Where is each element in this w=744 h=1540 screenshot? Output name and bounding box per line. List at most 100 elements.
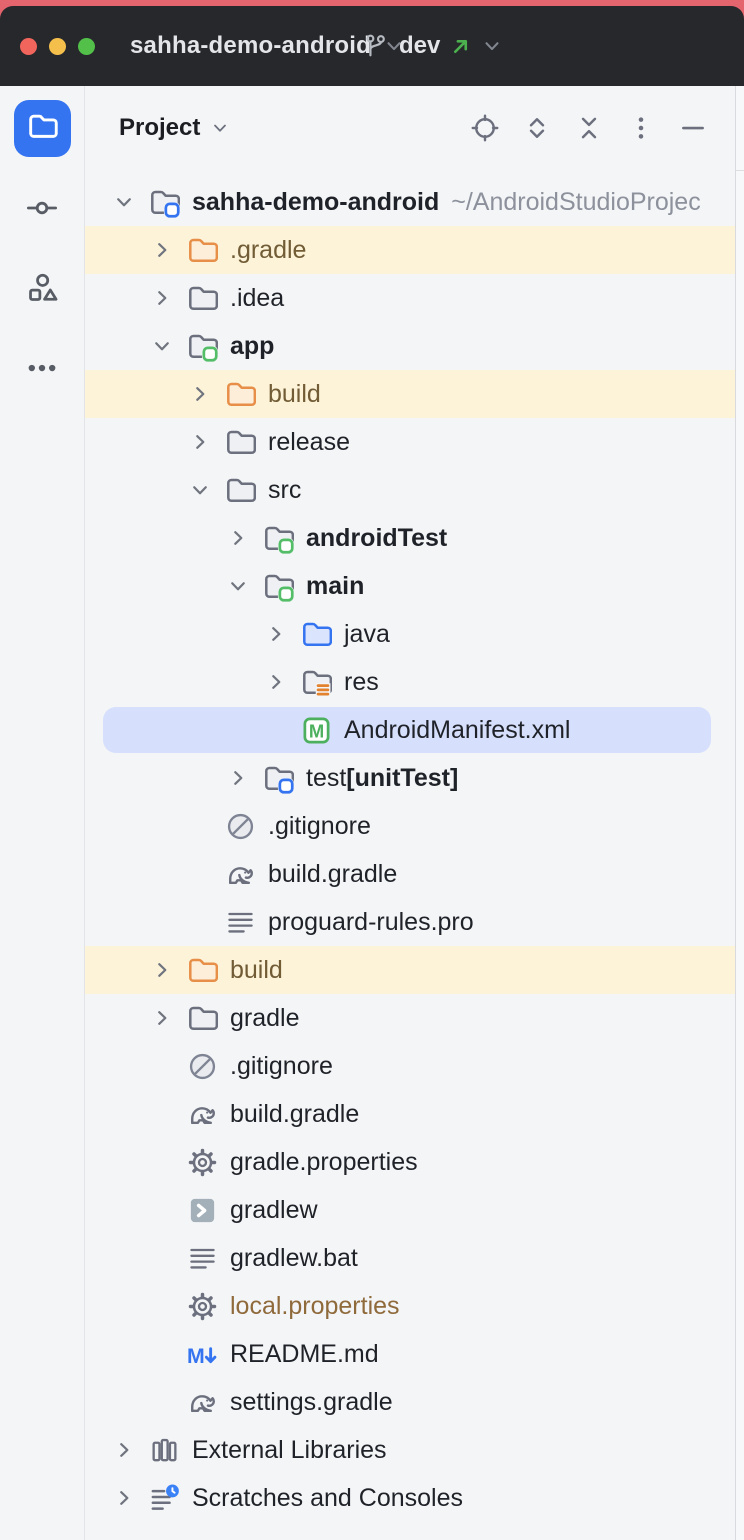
git-branch-icon bbox=[362, 33, 389, 60]
tree-row-gradle[interactable]: gradle bbox=[85, 994, 735, 1042]
tree-row-sahha-demo-android[interactable]: sahha-demo-android~/AndroidStudioProjec bbox=[85, 178, 735, 226]
more-icon bbox=[25, 351, 59, 390]
tree-row-label: build.gradle bbox=[230, 1100, 359, 1129]
tree-row-app[interactable]: app bbox=[85, 322, 735, 370]
ignored-icon bbox=[187, 1051, 218, 1082]
tree-row-gradlew-bat[interactable]: gradlew.bat bbox=[85, 1234, 735, 1282]
tree-row-label: java bbox=[344, 620, 390, 649]
tree-row-label: main bbox=[306, 572, 364, 601]
tree-row-gitignore[interactable]: .gitignore bbox=[85, 1042, 735, 1090]
expand-all-button[interactable] bbox=[523, 114, 551, 142]
folder-blue-icon bbox=[301, 619, 332, 650]
chevron-right-icon[interactable] bbox=[263, 671, 301, 693]
project-panel: Project s bbox=[85, 86, 736, 1540]
window-titlebar: sahha-demo-android dev bbox=[0, 0, 744, 86]
chevron-right-icon[interactable] bbox=[149, 959, 187, 981]
project-tool-button[interactable] bbox=[14, 100, 71, 157]
chevron-down-icon[interactable] bbox=[210, 118, 230, 138]
tree-row-label: test bbox=[306, 764, 346, 793]
chevron-right-icon[interactable] bbox=[111, 1487, 149, 1509]
tree-row-androidmanifest-xml[interactable]: MAndroidManifest.xml bbox=[85, 706, 735, 754]
tree-row-local-properties[interactable]: local.properties bbox=[85, 1282, 735, 1330]
tree-row-settings-gradle[interactable]: settings.gradle bbox=[85, 1378, 735, 1426]
gradle-icon bbox=[187, 1387, 218, 1418]
tree-row-gitignore[interactable]: .gitignore bbox=[85, 802, 735, 850]
tree-row-label: gradle.properties bbox=[230, 1148, 418, 1177]
tree-row-build-gradle[interactable]: build.gradle bbox=[85, 1090, 735, 1138]
tree-row-label: res bbox=[344, 668, 379, 697]
tree-row-label: External Libraries bbox=[192, 1436, 387, 1465]
tree-row-androidtest[interactable]: androidTest bbox=[85, 514, 735, 562]
tree-row-label: gradlew bbox=[230, 1196, 318, 1225]
folder-orange-icon bbox=[187, 955, 218, 986]
tree-row-release[interactable]: release bbox=[85, 418, 735, 466]
tree-row-build-gradle[interactable]: build.gradle bbox=[85, 850, 735, 898]
minimize-icon bbox=[679, 114, 707, 142]
folder-icon bbox=[27, 111, 58, 147]
chevron-right-icon[interactable] bbox=[149, 239, 187, 261]
minimize-window-button[interactable] bbox=[49, 38, 66, 55]
incoming-outgoing-arrow-icon bbox=[450, 36, 471, 57]
tree-row-java[interactable]: java bbox=[85, 610, 735, 658]
tree-row-external-libraries[interactable]: External Libraries bbox=[85, 1426, 735, 1474]
more-tool-windows-button[interactable] bbox=[25, 353, 59, 387]
tree-row-readme-md[interactable]: M README.md bbox=[85, 1330, 735, 1378]
collapse-all-button[interactable] bbox=[575, 114, 603, 142]
tree-row-label: androidTest bbox=[306, 524, 447, 553]
folder-badge-green-icon bbox=[263, 571, 294, 602]
select-opened-file-button[interactable] bbox=[471, 114, 499, 142]
tree-row-label: README.md bbox=[230, 1340, 379, 1369]
chevron-down-icon[interactable] bbox=[149, 335, 187, 357]
chevron-right-icon[interactable] bbox=[263, 623, 301, 645]
text-file-icon bbox=[225, 907, 256, 938]
project-view-dropdown[interactable]: Project bbox=[119, 114, 200, 142]
tree-row-gradle-properties[interactable]: gradle.properties bbox=[85, 1138, 735, 1186]
structure-icon bbox=[25, 271, 59, 310]
tree-row-label: src bbox=[268, 476, 301, 505]
chevron-right-icon[interactable] bbox=[225, 527, 263, 549]
tree-row-label: gradle bbox=[230, 1004, 300, 1033]
structure-tool-button[interactable] bbox=[25, 273, 59, 307]
folder-res-icon bbox=[301, 667, 332, 698]
project-panel-header: Project bbox=[85, 86, 735, 170]
main-area: Project s bbox=[0, 86, 744, 1540]
source-set-label: [unitTest] bbox=[346, 764, 458, 793]
tree-row-build[interactable]: build bbox=[85, 370, 735, 418]
git-branch-widget[interactable]: dev bbox=[362, 6, 503, 86]
folder-orange-icon bbox=[225, 379, 256, 410]
chevron-right-icon[interactable] bbox=[149, 287, 187, 309]
panel-header-actions bbox=[471, 114, 707, 142]
chevron-down-icon[interactable] bbox=[225, 575, 263, 597]
tree-row-label: build bbox=[268, 380, 321, 409]
tree-row-proguard-rules-pro[interactable]: proguard-rules.pro bbox=[85, 898, 735, 946]
tree-row-gradlew[interactable]: gradlew bbox=[85, 1186, 735, 1234]
chevron-down-icon[interactable] bbox=[187, 479, 225, 501]
chevron-right-icon[interactable] bbox=[149, 1007, 187, 1029]
tree-row-main[interactable]: main bbox=[85, 562, 735, 610]
chevron-right-icon[interactable] bbox=[111, 1439, 149, 1461]
chevron-right-icon[interactable] bbox=[187, 431, 225, 453]
tree-row-scratches-and-consoles[interactable]: Scratches and Consoles bbox=[85, 1474, 735, 1522]
close-window-button[interactable] bbox=[20, 38, 37, 55]
panel-options-button[interactable] bbox=[627, 114, 655, 142]
tree-row-label: release bbox=[268, 428, 350, 457]
gradle-icon bbox=[187, 1099, 218, 1130]
zoom-window-button[interactable] bbox=[78, 38, 95, 55]
tree-row-src[interactable]: src bbox=[85, 466, 735, 514]
folder-icon bbox=[225, 475, 256, 506]
chevron-down-icon[interactable] bbox=[111, 191, 149, 213]
tree-row-res[interactable]: res bbox=[85, 658, 735, 706]
hide-panel-button[interactable] bbox=[679, 114, 707, 142]
chevron-right-icon[interactable] bbox=[187, 383, 225, 405]
folder-icon bbox=[187, 283, 218, 314]
commit-tool-button[interactable] bbox=[25, 193, 59, 227]
tree-row-gradle[interactable]: .gradle bbox=[85, 226, 735, 274]
tree-row-build[interactable]: build bbox=[85, 946, 735, 994]
tree-row-idea[interactable]: .idea bbox=[85, 274, 735, 322]
folder-badge-blue-icon bbox=[263, 763, 294, 794]
markdown-icon: M bbox=[187, 1339, 218, 1370]
folder-icon bbox=[225, 427, 256, 458]
svg-text:M: M bbox=[309, 720, 324, 741]
tree-row-test[interactable]: test [unitTest] bbox=[85, 754, 735, 802]
chevron-right-icon[interactable] bbox=[225, 767, 263, 789]
